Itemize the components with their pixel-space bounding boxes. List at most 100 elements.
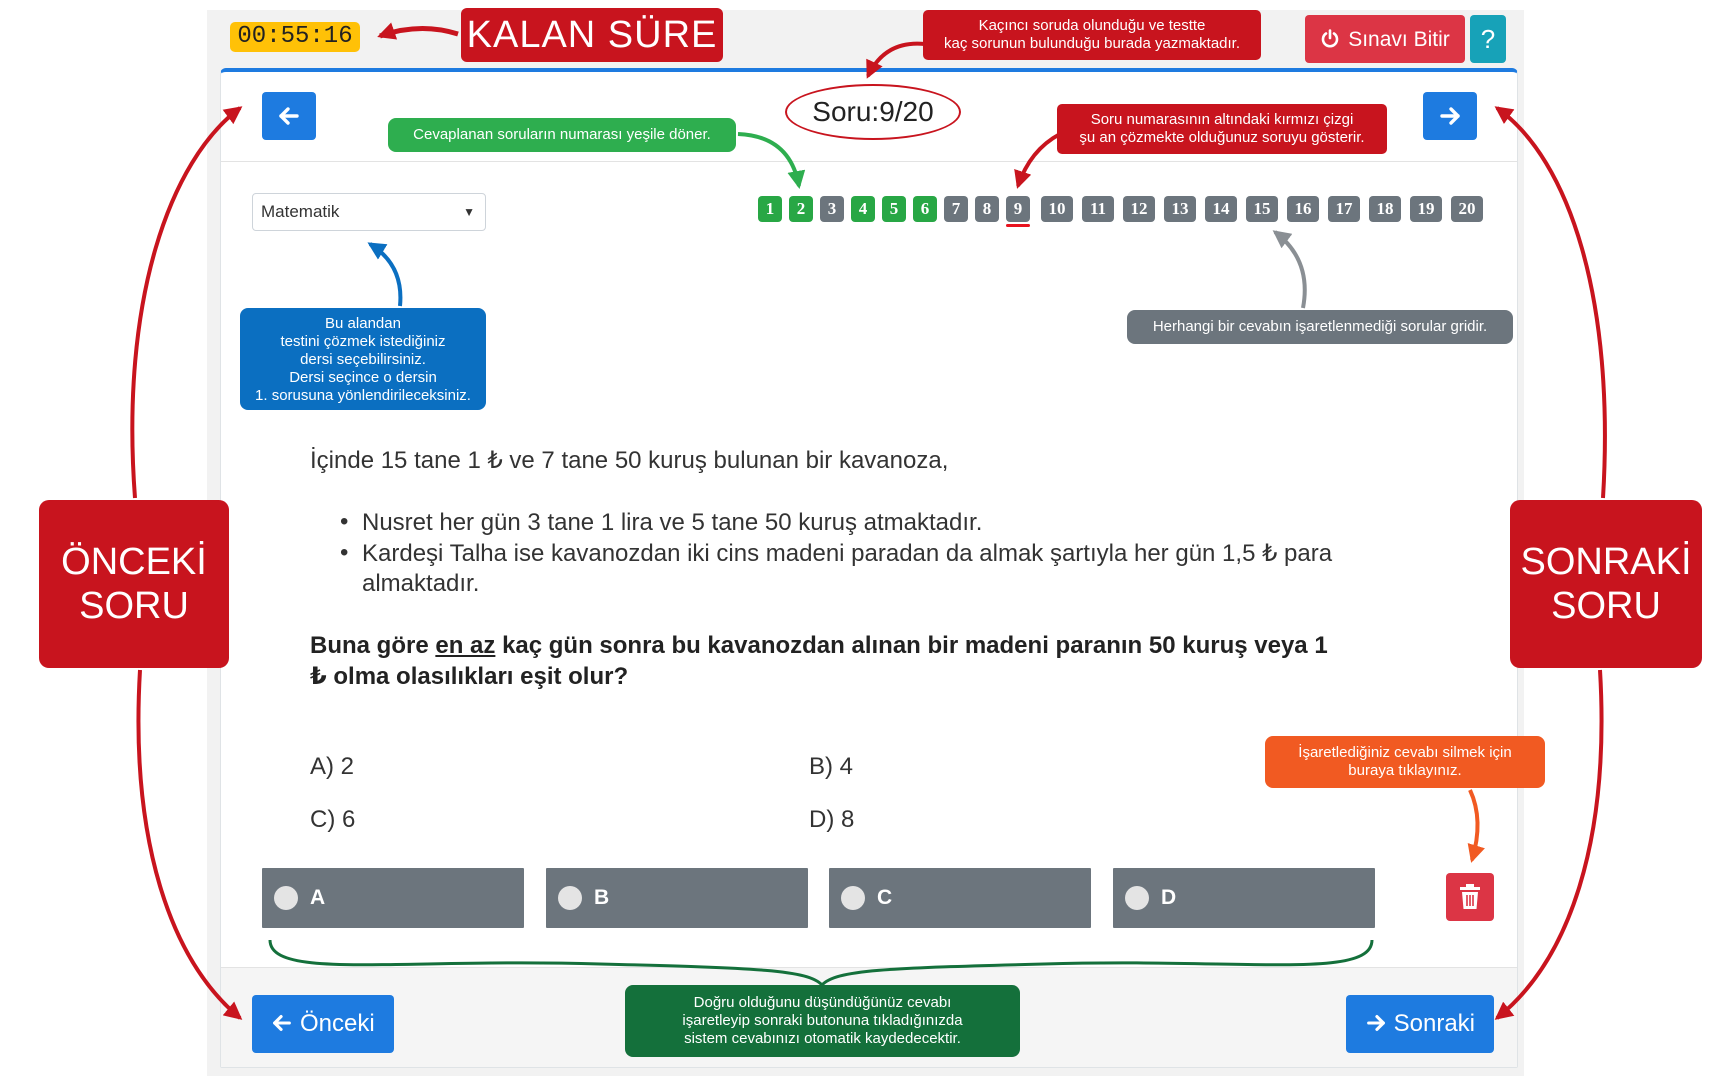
question-number-8[interactable]: 8 [975, 196, 999, 222]
question-bullet-2: Kardeşi Talha ise kavanozdan iki cins ma… [362, 539, 1412, 599]
arrow-left-icon [279, 107, 299, 125]
question-stem-pre: Buna göre [310, 632, 429, 659]
sonraki-label-line2: SORU [1551, 585, 1661, 627]
dkgreen-note-line2: işaretleyip sonraki butonuna tıkladığını… [682, 1012, 963, 1029]
next-question-annotation: SONRAKİ SORU [1510, 500, 1702, 668]
question-info-annotation: Kaçıncı soruda olunduğu ve testte kaç so… [923, 10, 1261, 60]
blue-note-line1: Bu alandan [325, 315, 401, 332]
question-stem: Buna göre en az kaç gün sonra bu kavanoz… [310, 630, 1430, 692]
red-line-note-line2: şu an çözmekte olduğunuz soruyu gösterir… [1079, 129, 1365, 146]
previous-question-arrow-button[interactable] [262, 92, 316, 140]
question-number-4[interactable]: 4 [851, 196, 875, 222]
question-number-1[interactable]: 1 [758, 196, 782, 222]
question-number-12[interactable]: 12 [1123, 196, 1155, 222]
finish-exam-label: Sınavı Bitir [1348, 28, 1450, 51]
radio-c[interactable] [841, 886, 865, 910]
subject-select-value: Matematik [261, 202, 340, 221]
question-stem-emphasis: en az [435, 632, 496, 659]
question-number-14[interactable]: 14 [1205, 196, 1237, 222]
option-c-text: C) 6 [310, 806, 356, 833]
question-bullet-2-line1: Kardeşi Talha ise kavanozdan iki cins ma… [362, 540, 1333, 567]
power-icon [1320, 15, 1340, 63]
question-stem-post2: ₺ olma olasılıkları eşit olur? [310, 663, 629, 690]
question-number-15[interactable]: 15 [1246, 196, 1278, 222]
previous-button[interactable]: Önceki [252, 995, 394, 1053]
option-d-text: D) 8 [809, 806, 855, 833]
answer-letter-a: A [310, 886, 326, 909]
red-line-note-line1: Soru numarasının altındaki kırmızı çizgi [1090, 111, 1354, 128]
question-number-9[interactable]: 9 [1006, 196, 1030, 222]
question-counter: Soru:9/20 [785, 84, 961, 140]
question-bullet-2-line2: almaktadır. [362, 570, 480, 597]
answer-choice-c[interactable]: C [829, 868, 1091, 928]
radio-d[interactable] [1125, 886, 1149, 910]
question-number-17[interactable]: 17 [1328, 196, 1360, 222]
blue-note-line5: 1. sorusuna yönlendirileceksiniz. [255, 387, 471, 404]
onceki-label-line2: SORU [79, 585, 189, 627]
current-question-line-callout: Soru numarasının altındaki kırmızı çizgi… [1057, 104, 1387, 154]
trash-icon [1460, 884, 1480, 909]
arrow-right-icon [1440, 107, 1460, 125]
question-number-18[interactable]: 18 [1369, 196, 1401, 222]
exam-screen: 00:55:16 KALAN SÜRE Kaçıncı soruda olund… [0, 0, 1722, 1080]
bullet-dot: • [340, 539, 349, 566]
question-info-line2: kaç sorunun bulunduğu burada yazmaktadır… [943, 35, 1241, 52]
question-info-line1: Kaçıncı soruda olunduğu ve testte [978, 17, 1206, 34]
onceki-label-line1: ÖNCEKİ [61, 541, 207, 583]
question-number-11[interactable]: 11 [1082, 196, 1114, 222]
answer-choice-a[interactable]: A [262, 868, 524, 928]
sonraki-label-line1: SONRAKİ [1520, 541, 1692, 583]
question-number-6[interactable]: 6 [913, 196, 937, 222]
orange-note-line2: buraya tıklayınız. [1348, 762, 1462, 779]
blue-note-line4: Dersi seçince o dersin [289, 369, 437, 386]
next-button-label: Sonraki [1393, 1010, 1476, 1037]
save-answer-callout: Doğru olduğunu düşündüğünüz cevabı işare… [625, 985, 1020, 1057]
orange-note-line1: İşaretlediğiniz cevabı silmek için [1298, 744, 1512, 761]
question-bullet-1: Nusret her gün 3 tane 1 lira ve 5 tane 5… [362, 509, 983, 536]
option-b-text: B) 4 [809, 753, 854, 780]
remaining-time-annotation: KALAN SÜRE [461, 8, 723, 62]
help-button[interactable]: ? [1470, 15, 1506, 63]
question-number-16[interactable]: 16 [1287, 196, 1319, 222]
question-number-20[interactable]: 20 [1451, 196, 1483, 222]
question-icon: ? [1480, 24, 1496, 54]
dkgreen-note-line1: Doğru olduğunu düşündüğünüz cevabı [693, 994, 952, 1011]
arrow-right-icon [1367, 1015, 1385, 1031]
next-button[interactable]: Sonraki [1346, 995, 1494, 1053]
option-a-text: A) 2 [310, 753, 355, 780]
unanswered-color-callout: Herhangi bir cevabın işaretlenmediği sor… [1127, 310, 1513, 344]
answer-letter-b: B [594, 886, 610, 909]
question-stem-post1: kaç gün sonra bu kavanozdan alınan bir m… [502, 632, 1328, 659]
question-number-5[interactable]: 5 [882, 196, 906, 222]
radio-a[interactable] [274, 886, 298, 910]
subject-select-callout: Bu alandan testini çözmek istediğiniz de… [240, 308, 486, 410]
question-intro: İçinde 15 tane 1 ₺ ve 7 tane 50 kuruş bu… [310, 447, 949, 474]
card-divider [221, 161, 1517, 162]
answer-letter-d: D [1161, 886, 1177, 909]
remaining-time: 00:55:16 [230, 22, 360, 52]
question-number-7[interactable]: 7 [944, 196, 968, 222]
answer-letter-c: C [877, 886, 893, 909]
answer-choice-b[interactable]: B [546, 868, 808, 928]
blue-note-line3: dersi seçebilirsiniz. [300, 351, 426, 368]
blue-note-line2: testini çözmek istediğiniz [280, 333, 446, 350]
dkgreen-note-line3: sistem cevabınızı otomatik kaydedecektir… [684, 1030, 961, 1047]
question-number-3[interactable]: 3 [820, 196, 844, 222]
answer-choice-d[interactable]: D [1113, 868, 1375, 928]
previous-question-annotation: ÖNCEKİ SORU [39, 500, 229, 668]
caret-down-icon: ▼ [463, 205, 475, 219]
finish-exam-button[interactable]: Sınavı Bitir [1305, 15, 1465, 63]
previous-button-label: Önceki [299, 1010, 375, 1037]
answered-color-callout: Cevaplanan soruların numarası yeşile dön… [388, 118, 736, 152]
radio-b[interactable] [558, 886, 582, 910]
delete-answer-callout: İşaretlediğiniz cevabı silmek için buray… [1265, 736, 1545, 788]
question-number-2[interactable]: 2 [789, 196, 813, 222]
clear-answer-button[interactable] [1446, 873, 1494, 921]
question-number-10[interactable]: 10 [1041, 196, 1073, 222]
question-number-19[interactable]: 19 [1410, 196, 1442, 222]
question-number-13[interactable]: 13 [1164, 196, 1196, 222]
bullet-dot: • [340, 508, 349, 535]
current-question-indicator [1006, 224, 1030, 227]
next-question-arrow-button[interactable] [1423, 92, 1477, 140]
subject-select[interactable]: Matematik ▼ [252, 193, 486, 231]
